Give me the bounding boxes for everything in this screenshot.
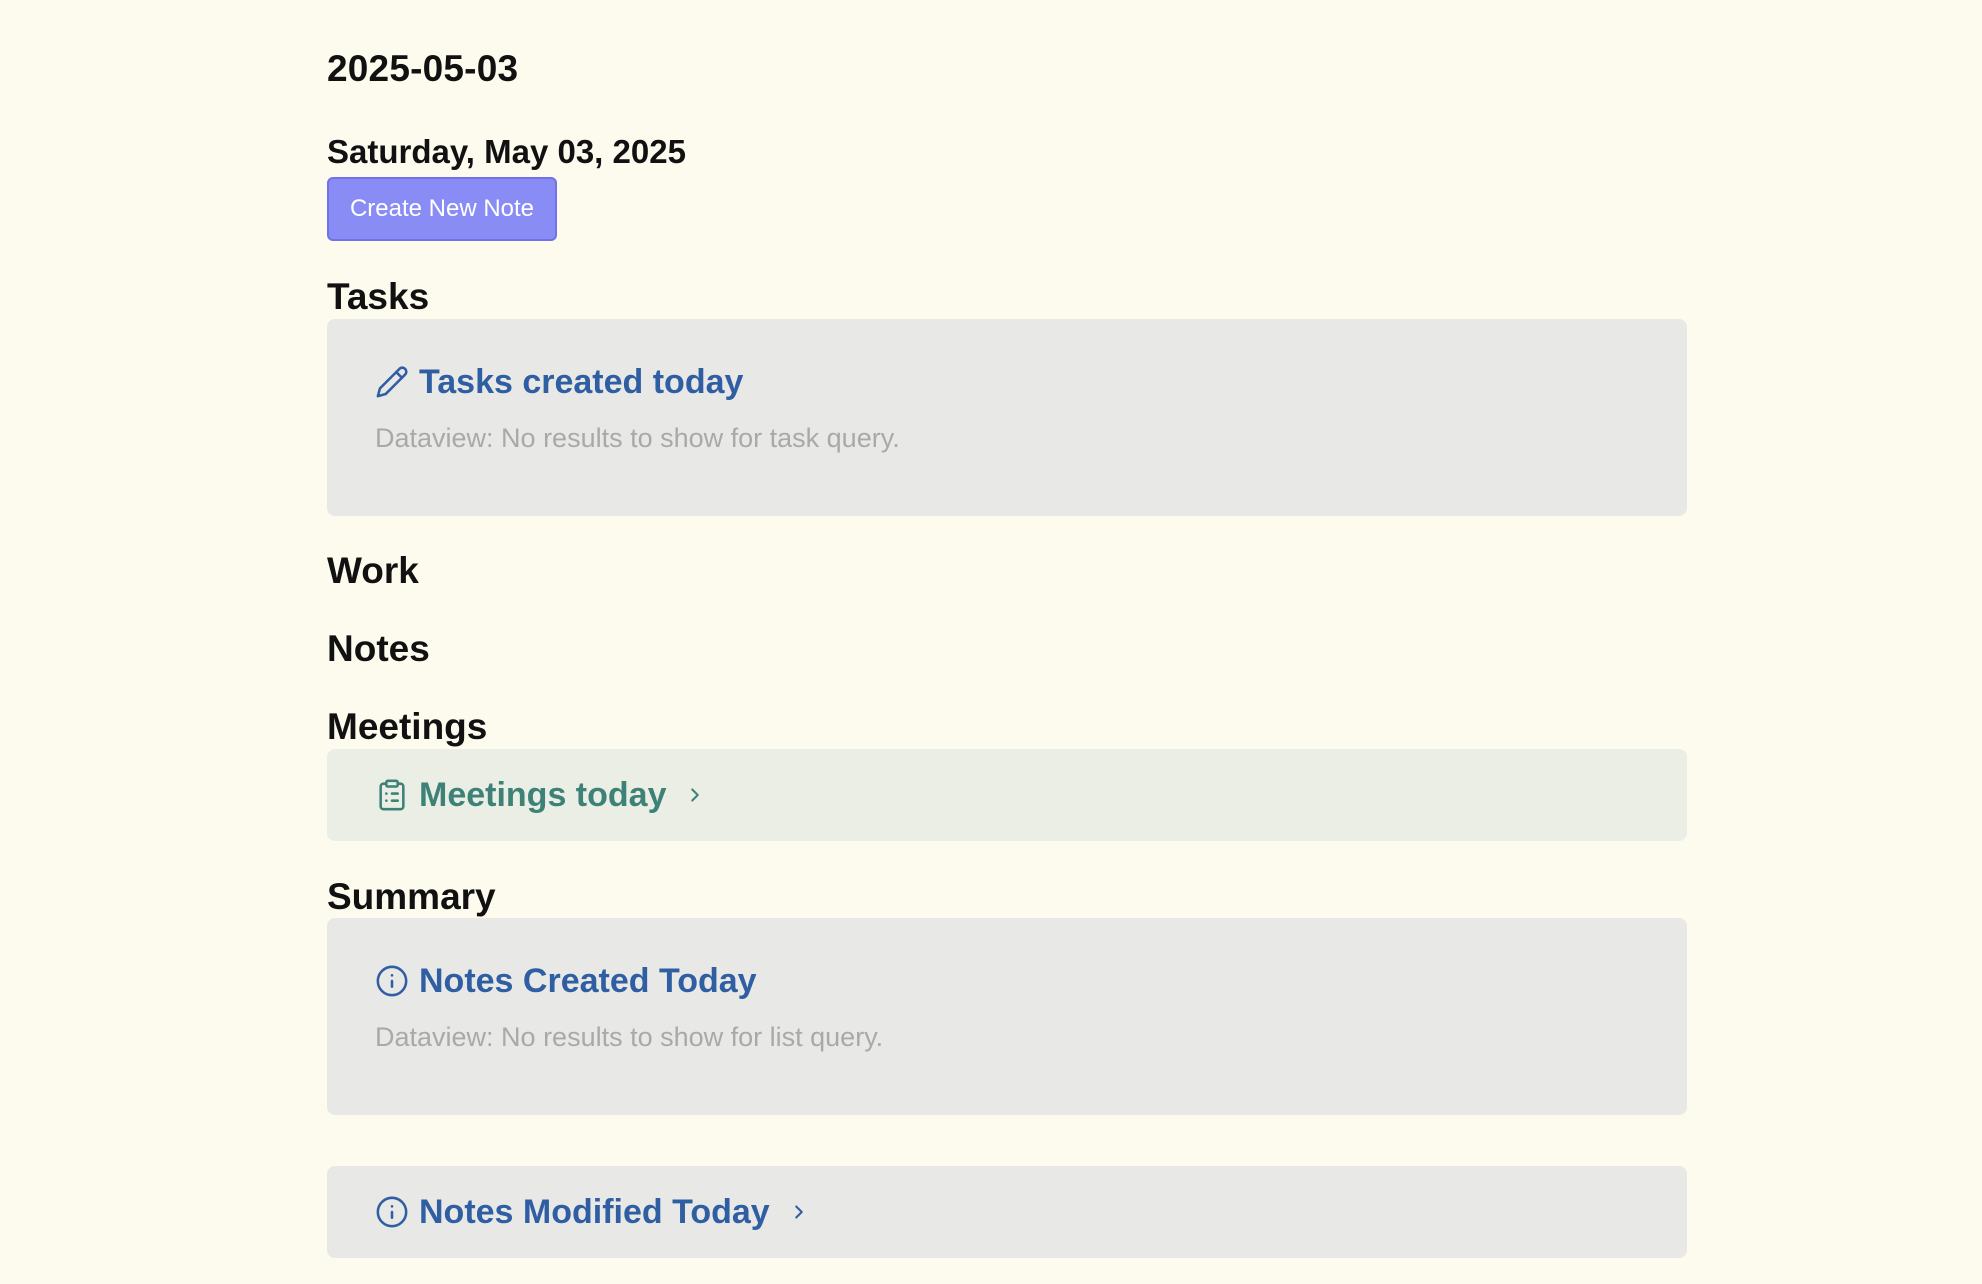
create-new-note-button[interactable]: Create New Note: [327, 177, 557, 241]
callout-title-tasks-created-today[interactable]: Tasks created today: [375, 365, 743, 399]
dataview-empty-message: Dataview: No results to show for list qu…: [375, 1022, 884, 1052]
heading-work: Work: [327, 550, 419, 591]
callout-notes-modified-today: Notes Modified Today: [327, 1166, 1687, 1258]
chevron-right-icon[interactable]: [684, 784, 706, 806]
dataview-empty-message: Dataview: No results to show for task qu…: [375, 423, 900, 453]
callout-title-notes-created-today[interactable]: Notes Created Today: [375, 964, 757, 998]
page-title: 2025-05-03: [327, 48, 519, 89]
heading-meetings: Meetings: [327, 706, 488, 747]
callout-title-meetings-today[interactable]: Meetings today: [375, 778, 706, 812]
callout-title-text: Tasks created today: [419, 363, 744, 401]
info-icon: [375, 964, 409, 998]
callout-notes-created-today: Notes Created Today Dataview: No results…: [327, 918, 1687, 1115]
callout-title-text: Notes Created Today: [419, 962, 757, 1000]
chevron-right-icon[interactable]: [788, 1201, 810, 1223]
callout-meetings-today: Meetings today: [327, 749, 1687, 841]
callout-title-text: Meetings today: [419, 776, 667, 814]
heading-notes: Notes: [327, 628, 430, 669]
callout-title-notes-modified-today[interactable]: Notes Modified Today: [375, 1195, 810, 1229]
heading-summary: Summary: [327, 876, 496, 917]
note-page: 2025-05-03 Saturday, May 03, 2025 Create…: [0, 0, 1982, 1284]
clipboard-list-icon: [375, 778, 409, 812]
callout-title-text: Notes Modified Today: [419, 1193, 770, 1231]
pencil-icon: [375, 365, 409, 399]
info-icon: [375, 1195, 409, 1229]
date-heading: Saturday, May 03, 2025: [327, 133, 686, 170]
heading-tasks: Tasks: [327, 276, 430, 317]
callout-tasks-created-today: Tasks created today Dataview: No results…: [327, 319, 1687, 516]
